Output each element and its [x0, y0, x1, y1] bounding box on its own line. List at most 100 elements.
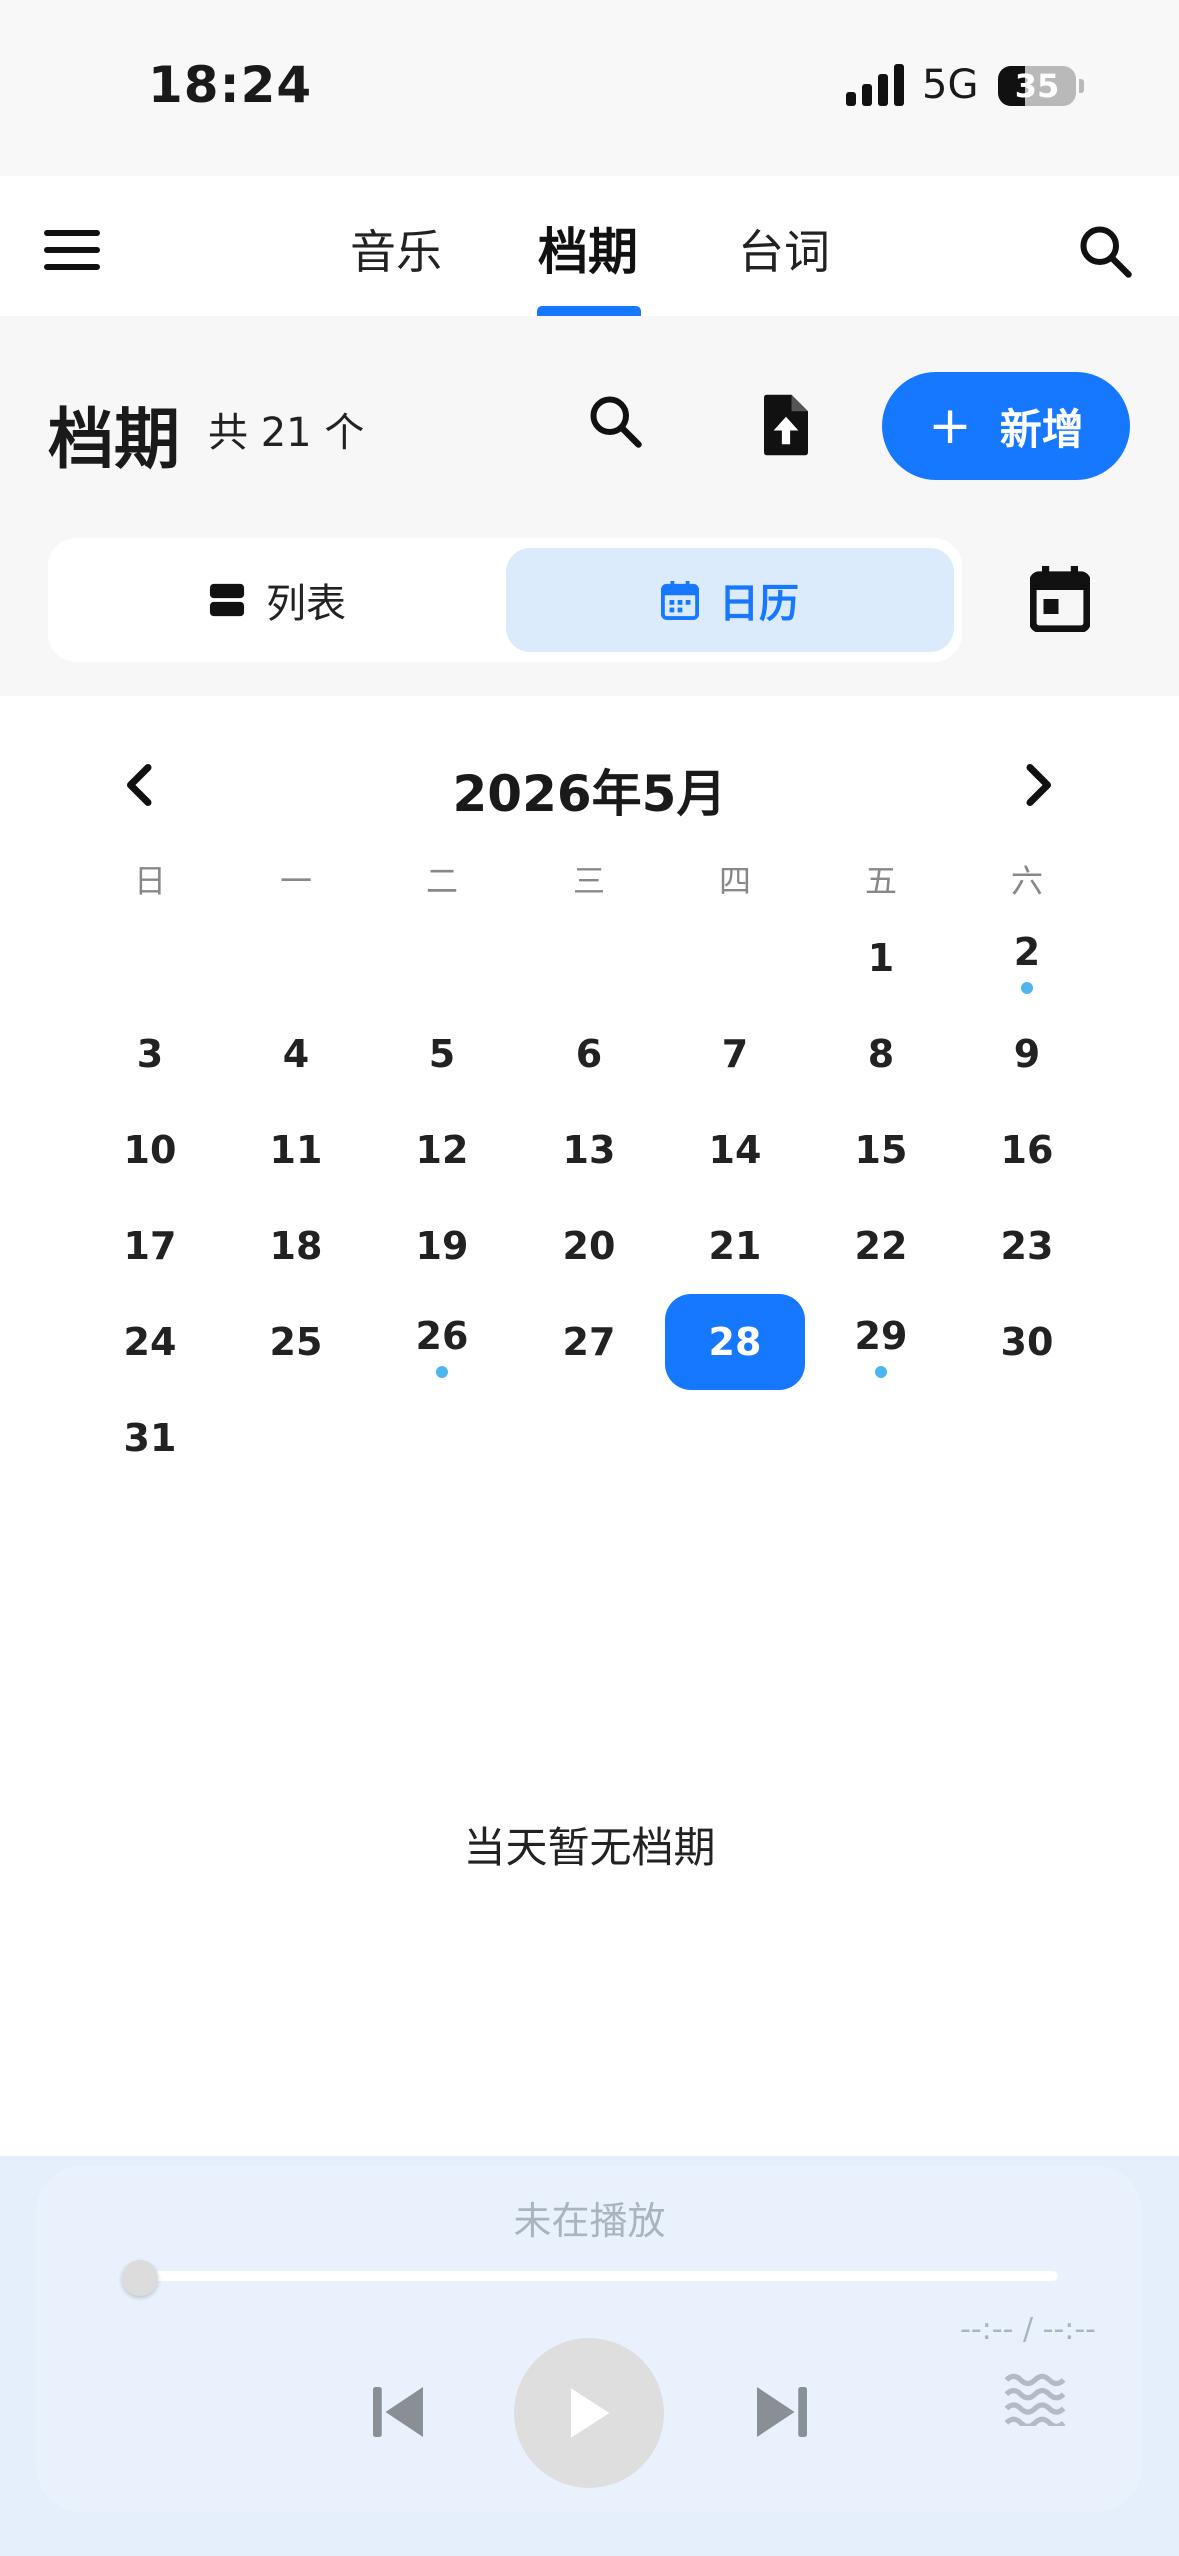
- calendar-day-number: 15: [854, 1128, 908, 1172]
- calendar-day-number: 25: [269, 1320, 323, 1364]
- tab-schedule[interactable]: 档期: [538, 212, 638, 284]
- add-schedule-button[interactable]: + 新增: [882, 372, 1130, 480]
- search-icon[interactable]: [1076, 222, 1136, 282]
- calendar-day[interactable]: 29: [811, 1294, 951, 1390]
- calendar-day[interactable]: 26: [372, 1294, 512, 1390]
- calendar-day[interactable]: 31: [80, 1390, 220, 1486]
- tab-music[interactable]: 音乐: [350, 216, 442, 282]
- calendar-day-number: 24: [123, 1320, 177, 1364]
- calendar-day-number: 23: [1000, 1224, 1054, 1268]
- play-button[interactable]: [514, 2338, 664, 2488]
- calendar-view-option[interactable]: 日历: [506, 548, 954, 652]
- progress-track[interactable]: [136, 2271, 1058, 2281]
- weekday-label: 五: [864, 862, 897, 900]
- calendar-day[interactable]: 4: [226, 1006, 366, 1102]
- chevron-right-icon[interactable]: [1020, 760, 1060, 810]
- calendar-day-number: 17: [123, 1224, 177, 1268]
- calendar-day[interactable]: 22: [811, 1198, 951, 1294]
- calendar-day[interactable]: 17: [80, 1198, 220, 1294]
- schedule-count: 共 21 个: [208, 410, 365, 456]
- calendar-day-number: 19: [415, 1224, 469, 1268]
- calendar-day-number: 22: [854, 1224, 908, 1268]
- calendar-day[interactable]: 3: [80, 1006, 220, 1102]
- weekday-label: 二: [425, 862, 458, 900]
- calendar-day-number: 12: [415, 1128, 469, 1172]
- calendar-day-number: 11: [269, 1128, 323, 1172]
- calendar-day[interactable]: 7: [665, 1006, 805, 1102]
- calendar-panel: 2026年5月 日一二三四五六 1 2 3 4 5 6 7 8 9 10 11 12 13 14 15 16 1…: [0, 696, 1179, 2156]
- calendar-day-number: 29: [854, 1314, 908, 1358]
- calendar-day[interactable]: 28: [665, 1294, 805, 1390]
- file-upload-icon[interactable]: [756, 392, 816, 458]
- calendar-day[interactable]: 18: [226, 1198, 366, 1294]
- calendar-day[interactable]: 14: [665, 1102, 805, 1198]
- weekday-label: 四: [718, 862, 751, 900]
- calendar-day-number: 21: [708, 1224, 762, 1268]
- calendar-day-number: 20: [562, 1224, 616, 1268]
- calendar-day-number: 4: [282, 1032, 310, 1076]
- battery-icon: 35: [998, 66, 1084, 106]
- battery-level-text: 35: [1014, 67, 1060, 105]
- calendar-day[interactable]: 10: [80, 1102, 220, 1198]
- month-title: 2026年5月: [452, 765, 727, 823]
- list-icon: [209, 583, 245, 617]
- calendar-day-number: 14: [708, 1128, 762, 1172]
- calendar-day[interactable]: 6: [519, 1006, 659, 1102]
- calendar-day-number: 27: [562, 1320, 616, 1364]
- calendar-day[interactable]: 12: [372, 1102, 512, 1198]
- schedule-search-icon[interactable]: [586, 392, 646, 452]
- calendar-icon: [661, 581, 699, 620]
- view-toggle: 列表 日历: [48, 538, 962, 662]
- calendar-view-label: 日历: [719, 581, 799, 627]
- event-dot: [875, 1366, 887, 1378]
- waves-icon[interactable]: [1004, 2372, 1066, 2426]
- calendar-today-icon[interactable]: [1030, 566, 1090, 632]
- calendar-day[interactable]: 1: [811, 910, 951, 1006]
- calendar-day[interactable]: 20: [519, 1198, 659, 1294]
- calendar-day[interactable]: 16: [957, 1102, 1097, 1198]
- calendar-day[interactable]: 30: [957, 1294, 1097, 1390]
- hamburger-icon[interactable]: [44, 230, 100, 270]
- page-title: 档期: [48, 401, 180, 478]
- event-dot: [436, 1366, 448, 1378]
- signal-icon: [846, 64, 906, 106]
- calendar-day[interactable]: 25: [226, 1294, 366, 1390]
- progress-thumb[interactable]: [122, 2260, 158, 2296]
- calendar-day[interactable]: 15: [811, 1102, 951, 1198]
- calendar-day-number: 8: [867, 1032, 895, 1076]
- calendar-day[interactable]: 8: [811, 1006, 951, 1102]
- calendar-day[interactable]: 19: [372, 1198, 512, 1294]
- calendar-day-number: 30: [1000, 1320, 1054, 1364]
- plus-icon: +: [928, 396, 972, 456]
- weekday-label: 日: [133, 862, 166, 900]
- calendar-day[interactable]: 13: [519, 1102, 659, 1198]
- skip-next-icon[interactable]: [752, 2384, 812, 2440]
- calendar-day[interactable]: 23: [957, 1198, 1097, 1294]
- calendar-day-number: 31: [123, 1416, 177, 1460]
- calendar-day[interactable]: 2: [957, 910, 1097, 1006]
- weekday-label: 六: [1010, 862, 1043, 900]
- calendar-day-number: 6: [575, 1032, 603, 1076]
- network-label: 5G: [922, 62, 979, 108]
- event-dot: [1021, 982, 1033, 994]
- top-nav-bar: 音乐 档期 台词: [0, 176, 1179, 316]
- calendar-day[interactable]: 5: [372, 1006, 512, 1102]
- add-button-label: 新增: [999, 404, 1084, 454]
- calendar-day[interactable]: 24: [80, 1294, 220, 1390]
- empty-day-message: 当天暂无档期: [463, 1823, 716, 1872]
- calendar-day[interactable]: 21: [665, 1198, 805, 1294]
- calendar-day[interactable]: 11: [226, 1102, 366, 1198]
- skip-previous-icon[interactable]: [368, 2384, 428, 2440]
- calendar-day[interactable]: 9: [957, 1006, 1097, 1102]
- calendar-day-number: 1: [867, 936, 895, 980]
- calendar-day[interactable]: 27: [519, 1294, 659, 1390]
- active-tab-indicator: [537, 306, 641, 316]
- status-bar: 18:24 5G 35: [0, 0, 1179, 176]
- calendar-day-number: 13: [562, 1128, 616, 1172]
- list-view-option[interactable]: 列表: [56, 548, 498, 652]
- tab-lines[interactable]: 台词: [738, 216, 830, 282]
- calendar-day-number: 9: [1013, 1032, 1041, 1076]
- calendar-day-number: 10: [123, 1128, 177, 1172]
- calendar-day-number: 16: [1000, 1128, 1054, 1172]
- calendar-day-number: 28: [708, 1320, 762, 1364]
